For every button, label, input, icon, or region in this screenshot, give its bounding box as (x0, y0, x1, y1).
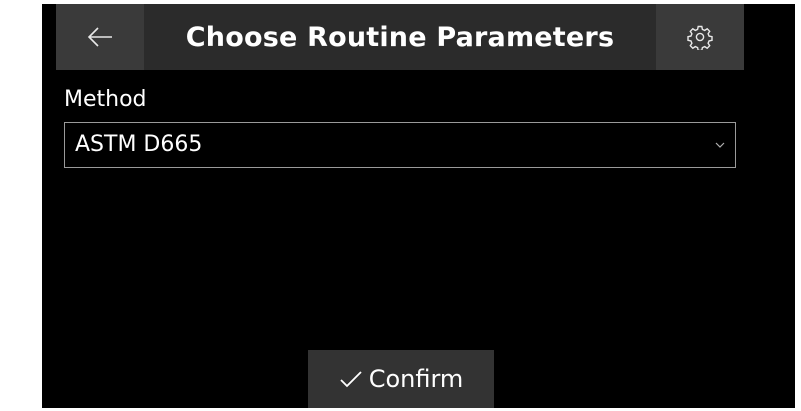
header-bar: Choose Routine Parameters (56, 4, 744, 70)
method-label: Method (64, 87, 147, 112)
checkmark-icon (340, 371, 362, 388)
method-dropdown[interactable]: ASTM D665 (64, 122, 736, 168)
back-button[interactable] (56, 4, 144, 70)
chevron-down-icon (715, 142, 725, 148)
confirm-label: Confirm (368, 365, 464, 393)
settings-button[interactable] (656, 4, 744, 70)
page-title: Choose Routine Parameters (185, 21, 615, 53)
app-screen: Choose Routine Parameters Method ASTM D6… (42, 4, 795, 408)
gear-icon (687, 25, 713, 50)
confirm-button[interactable]: Confirm (308, 350, 494, 408)
method-selected-value: ASTM D665 (75, 132, 203, 157)
arrow-left-icon (87, 27, 112, 47)
